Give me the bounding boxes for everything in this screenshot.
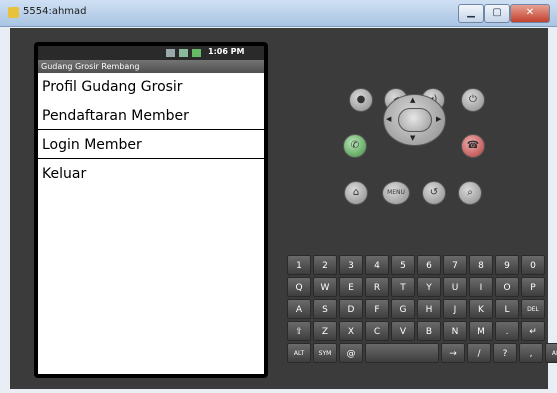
maximize-button[interactable]: ▢ (484, 4, 510, 23)
key-v[interactable]: V (391, 321, 415, 341)
key-i[interactable]: I (469, 277, 493, 297)
key-space[interactable] (365, 343, 439, 363)
key-s[interactable]: S (313, 299, 337, 319)
power-icon[interactable]: ⏻ (461, 88, 485, 112)
key-y[interactable]: Y (417, 277, 441, 297)
dpad-down-icon[interactable]: ▼ (410, 134, 415, 142)
key-del[interactable]: DEL (521, 299, 545, 319)
emulator-body: 1:06 PM Gudang Grosir Rembang Profil Gud… (10, 28, 548, 389)
key-alt[interactable]: ALT (545, 343, 557, 363)
menu-item-login[interactable]: Login Member (38, 131, 264, 159)
status-bar: 1:06 PM (38, 46, 264, 60)
key-1[interactable]: 1 (287, 255, 311, 275)
key-d[interactable]: D (339, 299, 363, 319)
signal-icon (166, 49, 175, 57)
key-.[interactable]: . (495, 321, 519, 341)
key-b[interactable]: B (417, 321, 441, 341)
key-4[interactable]: 4 (365, 255, 389, 275)
menu-item-profil[interactable]: Profil Gudang Grosir (38, 73, 264, 101)
key-sym[interactable]: SYM (313, 343, 337, 363)
dpad-right-icon[interactable]: ▶ (436, 115, 441, 123)
key-u[interactable]: U (443, 277, 467, 297)
app-icon (8, 7, 19, 18)
signal-icon (179, 49, 188, 57)
menu-item-keluar[interactable]: Keluar (38, 160, 264, 188)
status-clock: 1:06 PM (208, 47, 245, 56)
dpad-center-button[interactable] (398, 108, 432, 132)
key-w[interactable]: W (313, 277, 337, 297)
window-title: 5554:ahmad (23, 6, 87, 17)
call-icon[interactable]: ✆ (343, 134, 367, 158)
key-⇧[interactable]: ⇧ (287, 321, 311, 341)
key-x[interactable]: X (339, 321, 363, 341)
app-title-bar: Gudang Grosir Rembang (38, 60, 264, 73)
key-f[interactable]: F (365, 299, 389, 319)
key-/[interactable]: / (467, 343, 491, 363)
key-,[interactable]: , (519, 343, 543, 363)
key-j[interactable]: J (443, 299, 467, 319)
key-→[interactable]: → (441, 343, 465, 363)
camera-icon[interactable]: ● (349, 88, 373, 112)
key-r[interactable]: R (365, 277, 389, 297)
key-o[interactable]: O (495, 277, 519, 297)
battery-icon (192, 49, 201, 57)
minimize-button[interactable]: ▁ (458, 4, 484, 23)
key-9[interactable]: 9 (495, 255, 519, 275)
key-h[interactable]: H (417, 299, 441, 319)
close-button[interactable]: ✕ (510, 4, 550, 23)
key-↵[interactable]: ↵ (521, 321, 545, 341)
search-icon[interactable]: ⌕ (458, 181, 482, 205)
key-m[interactable]: M (469, 321, 493, 341)
menu-item-pendaftaran[interactable]: Pendaftaran Member (38, 102, 264, 130)
emulator-window: 5554:ahmad ▁ ▢ ✕ 1:06 PM Gudang Grosir R… (0, 0, 557, 393)
key-5[interactable]: 5 (391, 255, 415, 275)
menu-button[interactable]: MENU (382, 181, 410, 205)
key-q[interactable]: Q (287, 277, 311, 297)
key-2[interactable]: 2 (313, 255, 337, 275)
key-@[interactable]: @ (339, 343, 363, 363)
key-8[interactable]: 8 (469, 255, 493, 275)
key-0[interactable]: 0 (521, 255, 545, 275)
key-a[interactable]: A (287, 299, 311, 319)
key-k[interactable]: K (469, 299, 493, 319)
title-bar: 5554:ahmad ▁ ▢ ✕ (0, 0, 557, 27)
key-p[interactable]: P (521, 277, 545, 297)
key-?[interactable]: ? (493, 343, 517, 363)
key-t[interactable]: T (391, 277, 415, 297)
key-e[interactable]: E (339, 277, 363, 297)
key-6[interactable]: 6 (417, 255, 441, 275)
device-screen: 1:06 PM Gudang Grosir Rembang Profil Gud… (38, 46, 264, 374)
key-3[interactable]: 3 (339, 255, 363, 275)
key-z[interactable]: Z (313, 321, 337, 341)
back-icon[interactable]: ↺ (422, 181, 446, 205)
dpad-up-icon[interactable]: ▲ (410, 96, 415, 104)
key-g[interactable]: G (391, 299, 415, 319)
key-alt[interactable]: ALT (287, 343, 311, 363)
device-frame: 1:06 PM Gudang Grosir Rembang Profil Gud… (34, 42, 268, 378)
dpad-left-icon[interactable]: ◀ (386, 115, 391, 123)
key-7[interactable]: 7 (443, 255, 467, 275)
key-n[interactable]: N (443, 321, 467, 341)
key-l[interactable]: L (495, 299, 519, 319)
home-icon[interactable]: ⌂ (344, 181, 368, 205)
key-c[interactable]: C (365, 321, 389, 341)
end-call-icon[interactable]: ☎ (461, 134, 485, 158)
